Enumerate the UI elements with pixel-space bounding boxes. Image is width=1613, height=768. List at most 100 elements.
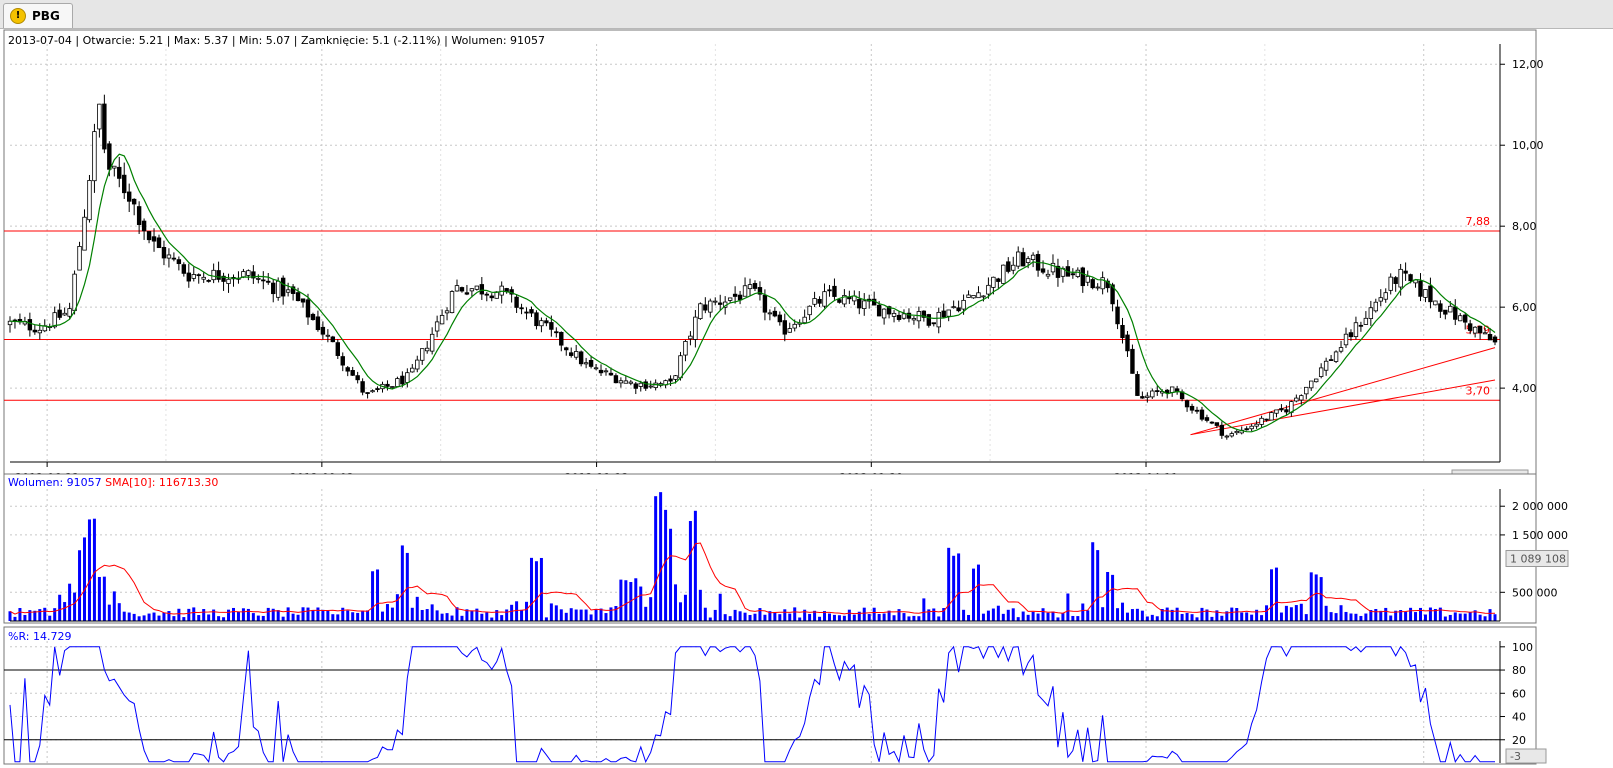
- candle-body: [340, 356, 345, 366]
- volume-bar: [87, 519, 91, 621]
- volume-y-tick-label: 2 000 000: [1512, 500, 1568, 513]
- candle-body: [1001, 264, 1006, 284]
- volume-bar: [450, 615, 454, 621]
- candle-body: [97, 103, 102, 130]
- y-tick-label: 10,00: [1512, 139, 1544, 152]
- volume-bar: [351, 612, 355, 621]
- volume-bar: [922, 598, 926, 621]
- volume-bar: [634, 578, 638, 621]
- candle-body: [1458, 315, 1463, 322]
- candle-body: [951, 306, 956, 309]
- chart-area[interactable]: 2013-07-04 | Otwarcie: 5.21 | Max: 5.37 …: [0, 29, 1613, 765]
- volume-bar: [753, 613, 757, 621]
- volume-bar: [1250, 614, 1254, 621]
- candle-body: [72, 273, 77, 312]
- volume-bar: [1066, 593, 1070, 621]
- volume-bar: [420, 609, 424, 621]
- candle-body: [1040, 268, 1046, 273]
- candle-body: [673, 375, 678, 380]
- volume-bar: [1289, 607, 1293, 621]
- candle-body: [732, 293, 738, 297]
- volume-bar: [1041, 608, 1045, 621]
- candle-body: [1075, 269, 1081, 277]
- candle-body: [186, 272, 191, 282]
- volume-bar: [510, 604, 514, 621]
- volume-bar: [882, 613, 886, 621]
- candle-body: [405, 372, 410, 383]
- volume-bar: [222, 617, 226, 621]
- candle-body: [1428, 285, 1433, 303]
- candle-body: [1338, 347, 1344, 352]
- tab-pbg[interactable]: ! PBG: [3, 3, 73, 28]
- volume-bar: [733, 609, 737, 621]
- candle-body: [390, 386, 395, 388]
- volume-bar: [73, 592, 77, 621]
- volume-bar: [1086, 610, 1090, 621]
- volume-bar: [440, 613, 444, 621]
- volume-bar: [1106, 571, 1110, 621]
- candle-body: [1492, 336, 1498, 343]
- volume-bar: [599, 608, 603, 621]
- candle-body: [1234, 430, 1239, 434]
- volume-bar: [1101, 607, 1105, 621]
- candle-body: [1025, 258, 1031, 263]
- candle-body: [1403, 270, 1408, 274]
- stock-chart-svg[interactable]: 2013-07-04 | Otwarcie: 5.21 | Max: 5.37 …: [0, 29, 1613, 765]
- candle-body: [936, 311, 941, 328]
- candle-body: [1150, 390, 1155, 398]
- volume-bar: [1130, 609, 1134, 621]
- candle-body: [1373, 301, 1379, 312]
- volume-bar: [371, 571, 375, 621]
- volume-bar: [703, 607, 707, 621]
- candle-body: [593, 367, 599, 370]
- candle-body: [1145, 395, 1150, 398]
- volume-bar: [649, 597, 653, 621]
- candle-body: [767, 312, 773, 315]
- volume-bar: [58, 594, 62, 621]
- candle-body: [1259, 417, 1264, 425]
- candle-body: [569, 352, 574, 356]
- candle-body: [77, 246, 82, 271]
- candle-body: [693, 316, 698, 340]
- candle-body: [415, 359, 420, 370]
- volume-bar: [1478, 614, 1482, 621]
- candle-body: [305, 299, 311, 318]
- volume-bar: [664, 509, 668, 621]
- volume-bar: [520, 609, 524, 621]
- candle-body: [1184, 400, 1190, 408]
- candle-body: [489, 295, 494, 299]
- volume-bar: [1011, 608, 1015, 621]
- volume-bar: [68, 583, 72, 621]
- candle-body: [618, 380, 624, 384]
- volume-bar: [321, 609, 325, 621]
- volume-legend: Wolumen: 91057 SMA[10]: 116713.30: [8, 476, 218, 489]
- candle-body: [1487, 334, 1493, 341]
- candle-body: [623, 380, 629, 384]
- volume-bar: [1379, 610, 1383, 621]
- volume-bar: [8, 611, 12, 621]
- candle-body: [981, 295, 986, 298]
- volume-bar: [609, 607, 613, 621]
- candle-body: [67, 308, 72, 317]
- volume-bar: [1389, 615, 1393, 621]
- candle-body: [703, 304, 708, 311]
- volume-bar: [1284, 605, 1288, 621]
- volume-bar: [301, 607, 305, 621]
- candle-body: [653, 382, 658, 388]
- tab-label: PBG: [32, 9, 60, 23]
- volume-bar: [276, 610, 280, 621]
- candle-body: [946, 309, 951, 317]
- candle-body: [1304, 386, 1309, 395]
- volume-bar: [1319, 577, 1323, 621]
- candle-body: [375, 388, 380, 390]
- volume-bar: [460, 615, 464, 621]
- candle-body: [1209, 421, 1215, 424]
- volume-bar: [917, 616, 921, 621]
- volume-bar: [867, 614, 871, 621]
- volume-bar: [227, 609, 231, 621]
- volume-bar: [778, 614, 782, 621]
- y-tick-label: 12,00: [1512, 58, 1544, 71]
- candle-body: [529, 309, 534, 314]
- volume-bar: [713, 609, 717, 621]
- volume-bar: [654, 496, 658, 621]
